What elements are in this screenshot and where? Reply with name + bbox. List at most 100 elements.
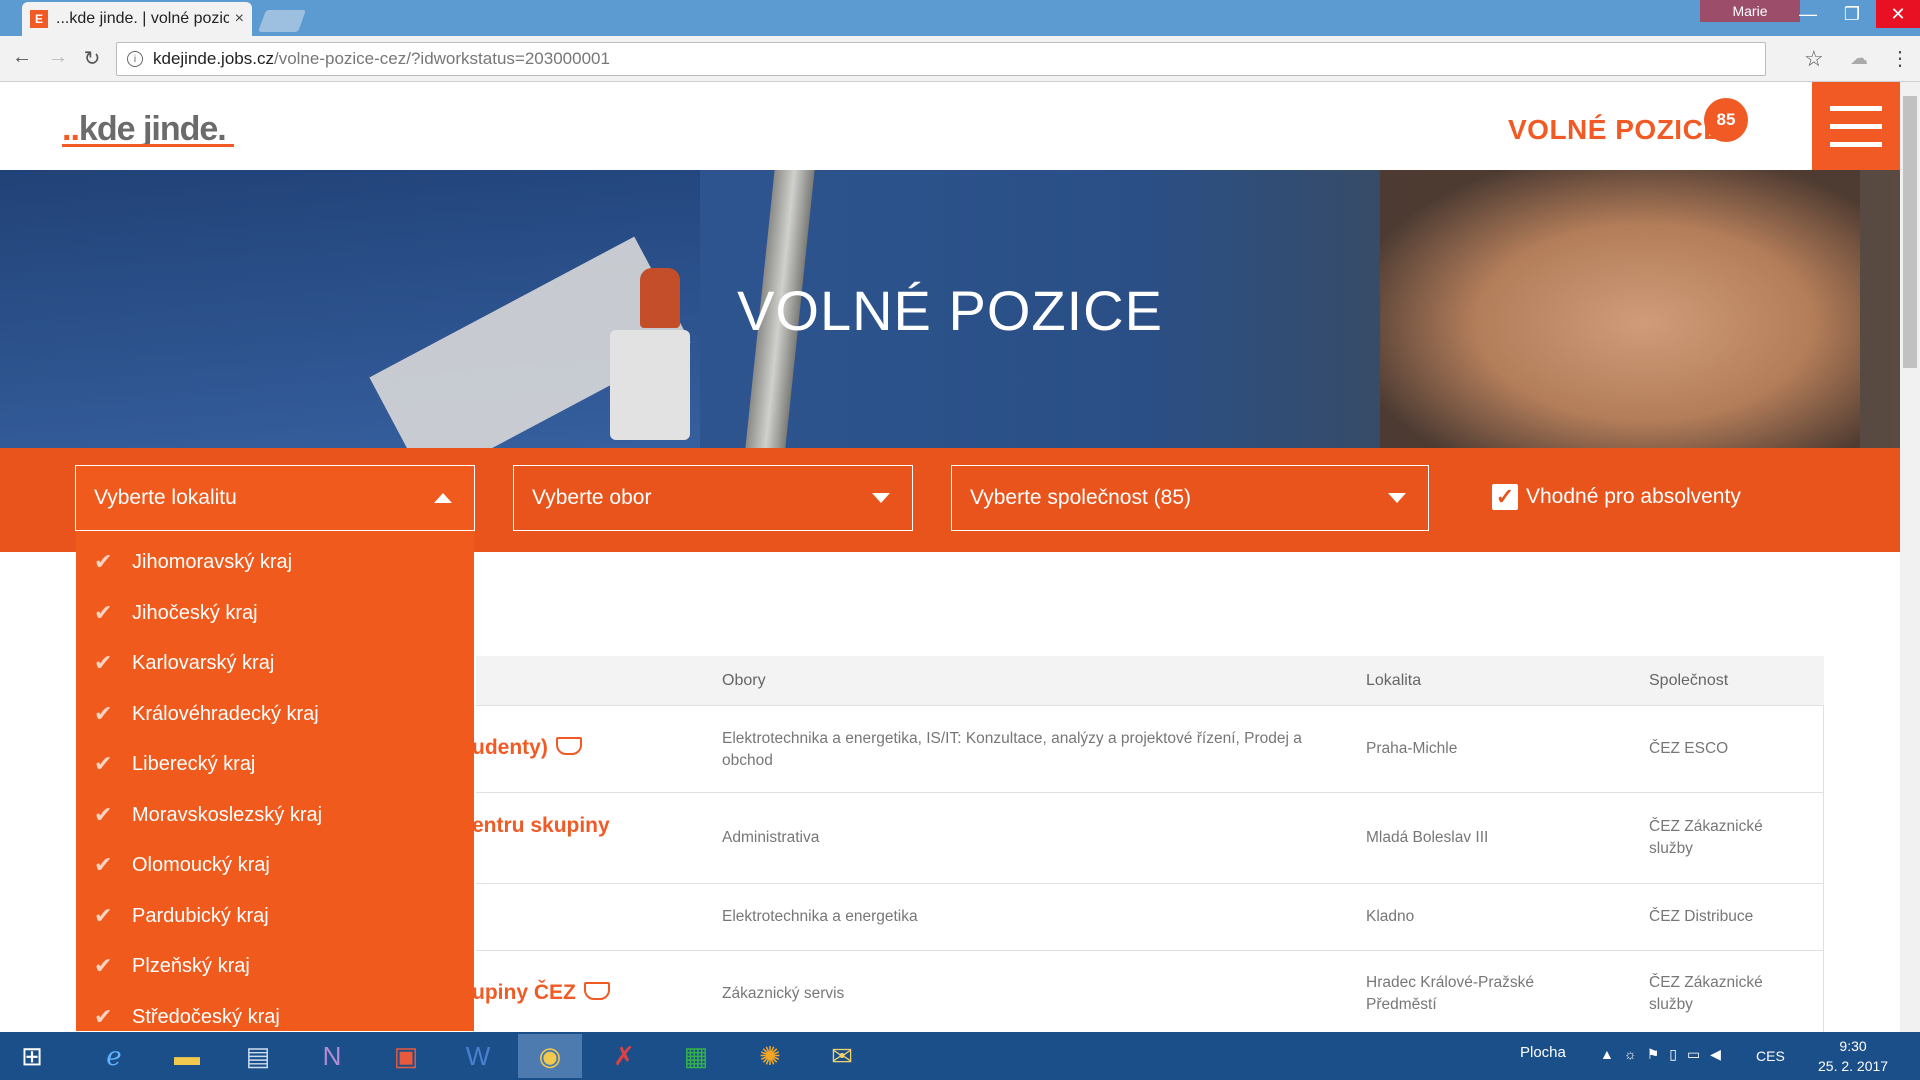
location-option[interactable]: ✔ Olomoucký kraj <box>76 840 474 890</box>
check-icon: ✔ <box>94 751 113 776</box>
company-select-label: Vyberte společnost (85) <box>970 486 1192 509</box>
job-title-link[interactable]: entru skupiny <box>472 814 610 838</box>
location-option[interactable]: ✔ Jihočeský kraj <box>76 588 474 638</box>
location-option[interactable]: ✔ Moravskoslezský kraj <box>76 790 474 840</box>
row-fields: Elektrotechnika a energetika <box>722 908 918 925</box>
location-option-label: Jihomoravský kraj <box>132 550 293 573</box>
internet-explorer-icon[interactable]: ℯ <box>82 1034 146 1078</box>
minimize-button[interactable]: — <box>1786 0 1830 28</box>
row-company: ČEZ Distribuce <box>1649 908 1754 925</box>
reload-icon[interactable]: ↻ <box>78 46 106 71</box>
file-explorer-icon[interactable]: ▬ <box>155 1034 219 1078</box>
hamburger-menu-button[interactable] <box>1812 82 1900 170</box>
graduate-cap-icon <box>583 982 610 1001</box>
hero-lift-bucket <box>610 330 690 440</box>
browser-menu-icon[interactable]: ⋮ <box>1890 46 1910 71</box>
job-title-link[interactable]: upiny ČEZ <box>472 981 610 1005</box>
hamburger-icon <box>1830 106 1882 111</box>
check-icon: ✔ <box>94 1004 113 1029</box>
location-option[interactable]: ✔ Královéhradecký kraj <box>76 689 474 739</box>
location-option[interactable]: ✔ Jihomoravský kraj <box>76 537 474 587</box>
desktop-toolbar-label[interactable]: Plocha <box>1520 1044 1566 1061</box>
header-fields[interactable]: Obory <box>722 672 766 690</box>
extension-cloud-icon[interactable]: ☁ <box>1850 48 1868 69</box>
location-dropdown-list: ✔ Jihomoravský kraj ✔ Jihočeský kraj ✔ Karl… <box>76 531 474 1031</box>
acrobat-icon[interactable]: ✗ <box>592 1034 656 1078</box>
row-company: ČEZ Zákaznické služby <box>1649 974 1763 1013</box>
job-title-link[interactable]: udenty) <box>472 736 582 760</box>
bookmark-star-icon[interactable]: ☆ <box>1804 46 1824 72</box>
company-select[interactable]: Vyberte společnost (85) <box>951 465 1429 531</box>
location-option-label: Karlovarský kraj <box>132 651 275 674</box>
check-icon: ✔ <box>94 953 113 978</box>
row-fields: Elektrotechnika a energetika, IS/IT: Kon… <box>722 730 1302 769</box>
row-location: Kladno <box>1366 908 1415 925</box>
graduates-label[interactable]: Vhodné pro absolventy <box>1526 485 1741 509</box>
onenote-icon[interactable]: N <box>300 1034 364 1078</box>
notepad-icon[interactable]: ▤ <box>226 1034 290 1078</box>
location-select[interactable]: Vyberte lokalitu <box>75 465 475 531</box>
new-tab-button[interactable] <box>257 10 307 32</box>
check-icon: ✔ <box>94 600 113 625</box>
logo-prefix: .. <box>62 110 80 148</box>
location-option-label: Moravskoslezský kraj <box>132 803 323 826</box>
location-option[interactable]: ✔ Pardubický kraj <box>76 891 474 941</box>
tab-title: ...kde jinde. | volné pozice <box>56 10 229 27</box>
caret-down-icon <box>872 493 890 503</box>
url-domain: kdejinde.jobs.cz <box>153 49 274 68</box>
row-location: Praha-Michle <box>1366 740 1458 757</box>
location-option[interactable]: ✔ Karlovarský kraj <box>76 638 474 688</box>
start-windows-icon[interactable]: ⊞ <box>0 1034 64 1078</box>
row-fields: Administrativa <box>722 829 820 846</box>
taskbar-clock[interactable]: 9:30 25. 2. 2017 <box>1818 1036 1888 1076</box>
check-icon: ✔ <box>94 650 113 675</box>
location-option[interactable]: ✔ Plzeňský kraj <box>76 941 474 991</box>
caret-up-icon <box>434 493 452 503</box>
tab-close-icon[interactable]: × <box>235 10 244 28</box>
system-tray-icons[interactable]: ▲☼⚑▯▭◀ <box>1600 1046 1731 1063</box>
forward-arrow-icon[interactable]: → <box>44 46 72 69</box>
logo-underline <box>62 144 234 147</box>
job-title-text: udenty) <box>472 736 548 759</box>
row-location: Hradec Králové-Pražské Předměstí <box>1366 974 1534 1013</box>
table-header <box>476 656 1824 706</box>
location-option-label: Liberecký kraj <box>132 752 256 775</box>
location-select-label: Vyberte lokalitu <box>94 486 237 509</box>
check-icon: ✔ <box>94 549 113 574</box>
clock-date: 25. 2. 2017 <box>1818 1058 1889 1074</box>
job-title-text: upiny ČEZ <box>472 981 576 1004</box>
store-icon[interactable]: ▦ <box>664 1034 728 1078</box>
check-icon: ✔ <box>94 701 113 726</box>
nav-open-positions-link[interactable]: VOLNÉ POZICE <box>1508 114 1722 146</box>
check-icon: ✔ <box>94 802 113 827</box>
location-option[interactable]: ✔ Liberecký kraj <box>76 739 474 789</box>
jobs-table <box>476 656 1824 1036</box>
row-divider <box>476 883 1824 884</box>
check-icon: ✔ <box>94 852 113 877</box>
chrome-icon[interactable]: ◉ <box>518 1034 582 1078</box>
header-company[interactable]: Společnost <box>1649 672 1728 690</box>
row-divider <box>476 950 1824 951</box>
graduates-checkbox[interactable]: ✓ <box>1492 484 1518 510</box>
scrollbar-thumb[interactable] <box>1903 96 1917 368</box>
site-info-icon[interactable]: i <box>127 51 143 67</box>
hamburger-icon-line <box>1830 124 1882 129</box>
header-location[interactable]: Lokalita <box>1366 672 1421 690</box>
maximize-button[interactable]: ❐ <box>1830 0 1874 28</box>
powerpoint-icon[interactable]: ▣ <box>374 1034 438 1078</box>
graduate-cap-icon <box>555 737 582 756</box>
location-option-label: Středočeský kraj <box>132 1005 280 1028</box>
word-icon[interactable]: W <box>446 1034 510 1078</box>
language-indicator[interactable]: CES <box>1756 1048 1785 1064</box>
row-fields: Zákaznický servis <box>722 985 845 1002</box>
mail-icon[interactable]: ✉ <box>810 1034 874 1078</box>
close-window-button[interactable]: ✕ <box>1876 0 1920 28</box>
profile-button[interactable]: Marie <box>1700 0 1800 22</box>
location-option[interactable]: ✔ Středočeský kraj <box>76 992 474 1031</box>
positions-count-badge: 85 <box>1704 98 1748 142</box>
browser-tab[interactable]: E ...kde jinde. | volné pozice × <box>22 2 252 36</box>
paint-icon[interactable]: ✺ <box>738 1034 802 1078</box>
url-input[interactable]: i kdejinde.jobs.cz/volne-pozice-cez/?idw… <box>116 42 1766 76</box>
field-select[interactable]: Vyberte obor <box>513 465 913 531</box>
back-arrow-icon[interactable]: ← <box>8 46 36 69</box>
